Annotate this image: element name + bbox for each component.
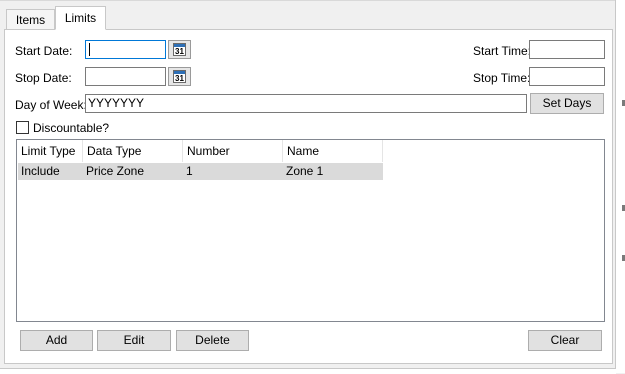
cell-name: Zone 1 xyxy=(286,164,324,178)
start-date-label: Start Date: xyxy=(15,44,73,58)
column-header-number[interactable]: Number xyxy=(183,140,283,162)
clear-button[interactable]: Clear xyxy=(528,330,602,351)
limits-grid[interactable]: Limit Type Data Type Number Name Include… xyxy=(16,139,605,322)
column-header-data-type[interactable]: Data Type xyxy=(83,140,183,162)
window-bottom-edge xyxy=(0,368,616,374)
set-days-button[interactable]: Set Days xyxy=(530,93,604,114)
column-header-limit-type[interactable]: Limit Type xyxy=(17,140,83,162)
stop-time-label: Stop Time: xyxy=(473,71,531,85)
stop-date-calendar-button[interactable]: 31 xyxy=(168,67,191,86)
tab-limits[interactable]: Limits xyxy=(55,6,106,30)
stop-time-input[interactable] xyxy=(529,67,605,86)
calendar-icon: 31 xyxy=(173,43,186,56)
start-time-input[interactable] xyxy=(529,40,605,59)
calendar-icon: 31 xyxy=(173,70,186,83)
stop-date-input[interactable] xyxy=(85,67,166,86)
window-top-border xyxy=(0,0,615,1)
day-of-week-input[interactable]: YYYYYYY xyxy=(85,94,527,113)
start-time-label: Start Time: xyxy=(473,44,532,58)
cell-number: 1 xyxy=(186,164,193,178)
discountable-label: Discountable? xyxy=(33,121,110,135)
discountable-checkbox[interactable] xyxy=(16,121,29,134)
cell-limit-type: Include xyxy=(21,164,60,178)
start-date-calendar-button[interactable]: 31 xyxy=(168,40,191,59)
day-of-week-label: Day of Week: xyxy=(15,98,87,112)
column-header-name[interactable]: Name xyxy=(283,140,383,162)
start-date-input[interactable] xyxy=(85,40,166,59)
edit-button[interactable]: Edit xyxy=(97,330,171,351)
add-button[interactable]: Add xyxy=(20,330,93,351)
tab-items[interactable]: Items xyxy=(6,9,55,29)
table-row[interactable]: Include Price Zone 1 Zone 1 xyxy=(18,163,383,180)
background-window-edge xyxy=(615,0,625,373)
delete-button[interactable]: Delete xyxy=(176,330,249,351)
stop-date-label: Stop Date: xyxy=(15,71,72,85)
text-caret xyxy=(89,43,90,57)
grid-header: Limit Type Data Type Number Name xyxy=(17,140,383,162)
cell-data-type: Price Zone xyxy=(86,164,145,178)
